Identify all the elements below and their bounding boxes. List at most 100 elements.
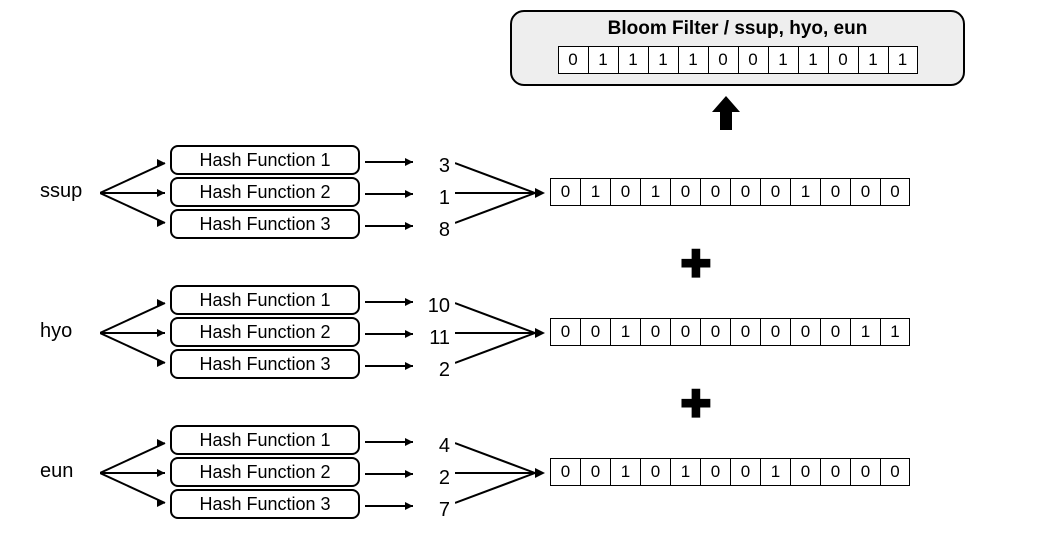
plus-icon: ✚ xyxy=(680,386,712,424)
bit-cell: 0 xyxy=(738,46,768,74)
bit-cell: 0 xyxy=(820,458,850,486)
bit-cell: 1 xyxy=(880,318,910,346)
bit-cell: 0 xyxy=(730,318,760,346)
hash-function-box: Hash Function 3 xyxy=(170,349,360,379)
hash-outputs: 10112 xyxy=(420,290,450,386)
hash-section-eun: eun Hash Function 1Hash Function 2Hash F… xyxy=(40,420,1000,530)
bit-cell: 0 xyxy=(880,178,910,206)
bit-cell: 0 xyxy=(850,458,880,486)
bit-cell: 0 xyxy=(580,318,610,346)
bit-cell: 0 xyxy=(790,318,820,346)
fanout-left-icon xyxy=(100,438,170,508)
bit-cell: 0 xyxy=(610,178,640,206)
fanout-left-icon xyxy=(100,158,170,228)
bit-cell: 0 xyxy=(760,318,790,346)
arrow-right-icon xyxy=(365,154,415,170)
fanout-left-icon xyxy=(100,298,170,368)
bit-cell: 1 xyxy=(678,46,708,74)
result-bitrow: 011110011011 xyxy=(522,46,953,74)
hash-output-value: 2 xyxy=(420,354,450,386)
bitrow-ssup: 010100001000 xyxy=(550,178,910,206)
input-label: ssup xyxy=(40,180,100,203)
bit-cell: 1 xyxy=(670,458,700,486)
fanin-right-icon xyxy=(455,438,545,508)
plus-icon: ✚ xyxy=(680,246,712,284)
bit-cell: 0 xyxy=(700,178,730,206)
hash-function-box: Hash Function 2 xyxy=(170,177,360,207)
hash-outputs: 318 xyxy=(420,150,450,246)
hash-output-value: 10 xyxy=(420,290,450,322)
hash-function-box: Hash Function 2 xyxy=(170,457,360,487)
arrow-right-icon xyxy=(365,218,415,234)
hash-function-box: Hash Function 2 xyxy=(170,317,360,347)
bit-cell: 0 xyxy=(580,458,610,486)
bit-cell: 0 xyxy=(550,458,580,486)
hash-function-group: Hash Function 1Hash Function 2Hash Funct… xyxy=(170,145,360,241)
bit-cell: 1 xyxy=(618,46,648,74)
bloom-filter-result: Bloom Filter / ssup, hyo, eun 0111100110… xyxy=(510,10,965,86)
bit-cell: 1 xyxy=(858,46,888,74)
hash-function-group: Hash Function 1Hash Function 2Hash Funct… xyxy=(170,285,360,381)
hash-output-value: 2 xyxy=(420,462,450,494)
bit-cell: 1 xyxy=(798,46,828,74)
bit-cell: 1 xyxy=(580,178,610,206)
bit-cell: 0 xyxy=(550,178,580,206)
bit-cell: 0 xyxy=(640,458,670,486)
bit-cell: 1 xyxy=(760,458,790,486)
result-title: Bloom Filter / ssup, hyo, eun xyxy=(522,18,953,40)
bit-cell: 0 xyxy=(558,46,588,74)
bit-cell: 1 xyxy=(610,458,640,486)
input-label: hyo xyxy=(40,320,100,343)
hash-outputs: 427 xyxy=(420,430,450,526)
bit-cell: 0 xyxy=(828,46,858,74)
bit-cell: 1 xyxy=(790,178,820,206)
bit-cell: 1 xyxy=(850,318,880,346)
hash-function-box: Hash Function 3 xyxy=(170,489,360,519)
bit-cell: 0 xyxy=(730,178,760,206)
hash-function-box: Hash Function 1 xyxy=(170,145,360,175)
bit-cell: 0 xyxy=(850,178,880,206)
bit-cell: 0 xyxy=(670,178,700,206)
bit-cell: 1 xyxy=(610,318,640,346)
arrow-right-icon xyxy=(365,358,415,374)
fanin-right-icon xyxy=(455,298,545,368)
input-label: eun xyxy=(40,460,100,483)
hash-function-box: Hash Function 3 xyxy=(170,209,360,239)
bit-cell: 0 xyxy=(670,318,700,346)
fanin-right-icon xyxy=(455,158,545,228)
hash-function-box: Hash Function 1 xyxy=(170,285,360,315)
bit-cell: 1 xyxy=(888,46,918,74)
bit-cell: 0 xyxy=(700,318,730,346)
bit-cell: 1 xyxy=(648,46,678,74)
hash-section-hyo: hyo Hash Function 1Hash Function 2Hash F… xyxy=(40,280,1000,390)
bit-cell: 1 xyxy=(588,46,618,74)
hash-output-value: 7 xyxy=(420,494,450,526)
bit-cell: 1 xyxy=(768,46,798,74)
bitrow-hyo: 001000000011 xyxy=(550,318,910,346)
arrow-right-icon xyxy=(365,186,415,202)
bit-cell: 0 xyxy=(820,318,850,346)
bit-cell: 0 xyxy=(640,318,670,346)
bit-cell: 0 xyxy=(730,458,760,486)
arrow-right-icon xyxy=(365,434,415,450)
bit-cell: 0 xyxy=(550,318,580,346)
hash-output-value: 11 xyxy=(420,322,450,354)
bit-cell: 0 xyxy=(708,46,738,74)
bit-cell: 0 xyxy=(820,178,850,206)
hash-function-box: Hash Function 1 xyxy=(170,425,360,455)
hash-function-group: Hash Function 1Hash Function 2Hash Funct… xyxy=(170,425,360,521)
hash-output-value: 8 xyxy=(420,214,450,246)
arrow-right-icon xyxy=(365,498,415,514)
hash-output-value: 4 xyxy=(420,430,450,462)
arrow-right-icon xyxy=(365,294,415,310)
hash-output-value: 1 xyxy=(420,182,450,214)
hash-section-ssup: ssup Hash Function 1Hash Function 2Hash … xyxy=(40,140,1000,250)
bitrow-eun: 001010010000 xyxy=(550,458,910,486)
bit-cell: 0 xyxy=(760,178,790,206)
bit-cell: 0 xyxy=(880,458,910,486)
bit-cell: 1 xyxy=(640,178,670,206)
hash-output-value: 3 xyxy=(420,150,450,182)
arrow-right-icon xyxy=(365,326,415,342)
bit-cell: 0 xyxy=(790,458,820,486)
bit-cell: 0 xyxy=(700,458,730,486)
